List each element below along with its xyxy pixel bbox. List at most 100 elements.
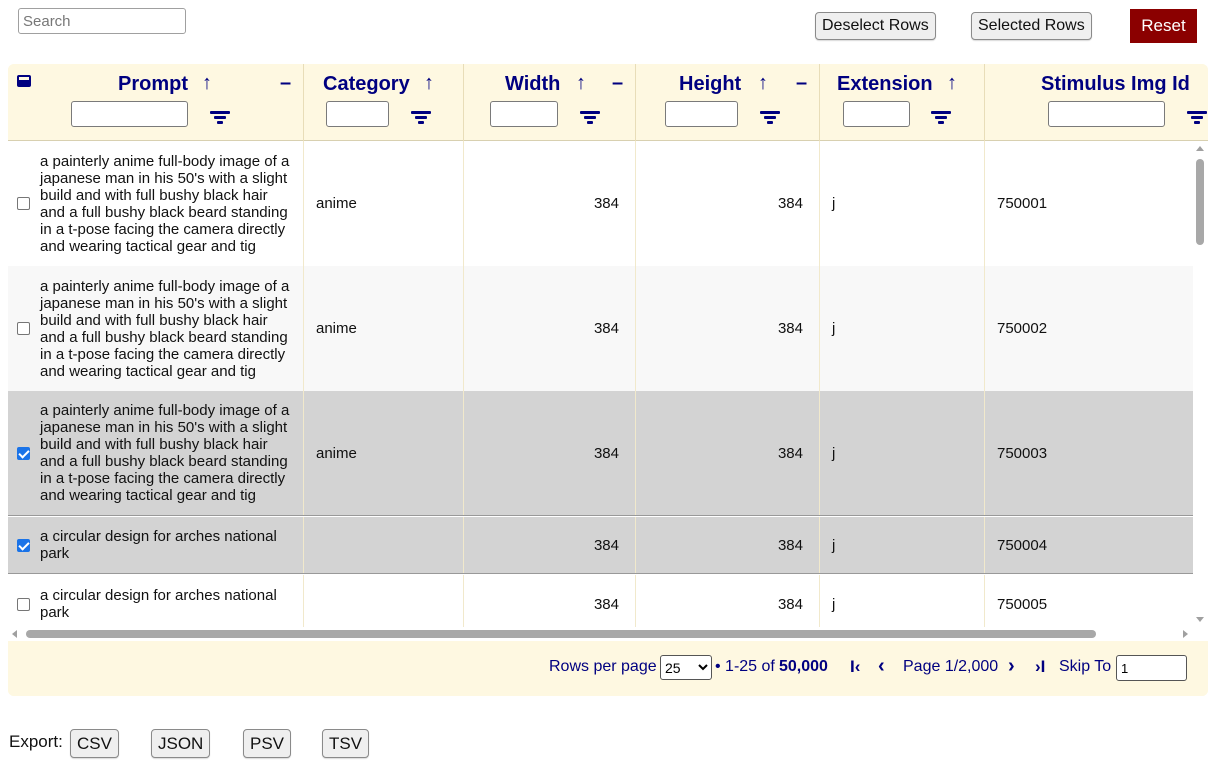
stimulus-img-id-cell: 750004 bbox=[997, 536, 1048, 554]
table-row[interactable]: a painterly anime full-body image of a j… bbox=[8, 266, 1193, 391]
first-page-icon[interactable]: I‹ bbox=[850, 657, 860, 677]
height-cell: 384 bbox=[636, 266, 820, 391]
category-cell: anime bbox=[304, 141, 464, 266]
rows-per-page-select[interactable]: 25 bbox=[660, 655, 712, 680]
pagination-bar: Rows per page 25 • 1-25 of 50,000 I‹ ‹ P… bbox=[8, 641, 1208, 696]
category-cell: anime bbox=[304, 266, 464, 391]
filter-icon[interactable] bbox=[411, 111, 431, 125]
column-header-prompt: Prompt ↑ – bbox=[8, 64, 304, 141]
category-cell bbox=[304, 517, 464, 573]
category-filter-input[interactable] bbox=[326, 101, 389, 127]
row-checkbox[interactable] bbox=[17, 538, 30, 552]
column-header-category: Category ↑ bbox=[304, 64, 464, 141]
vertical-scrollbar[interactable] bbox=[1193, 141, 1208, 627]
row-checkbox[interactable] bbox=[17, 597, 30, 611]
row-checkbox[interactable] bbox=[17, 197, 30, 210]
scroll-up-icon[interactable] bbox=[1196, 146, 1204, 151]
reset-button[interactable]: Reset bbox=[1130, 9, 1197, 43]
filter-icon[interactable] bbox=[931, 111, 951, 125]
extension-cell: j bbox=[820, 517, 985, 573]
sort-arrow-up-icon[interactable]: ↑ bbox=[424, 72, 434, 95]
prompt-text: a painterly anime full-body image of a j… bbox=[40, 277, 290, 380]
extension-filter-input[interactable] bbox=[843, 101, 910, 127]
prompt-cell: a painterly anime full-body image of a j… bbox=[8, 266, 304, 391]
horizontal-scroll-thumb[interactable] bbox=[26, 630, 1096, 638]
prompt-text: a painterly anime full-body image of a j… bbox=[40, 402, 290, 504]
prompt-filter-input[interactable] bbox=[71, 101, 188, 127]
row-checkbox[interactable] bbox=[17, 322, 30, 335]
width-cell: 384 bbox=[464, 391, 636, 515]
filter-icon[interactable] bbox=[210, 111, 230, 125]
prompt-text: a circular design for arches national pa… bbox=[40, 587, 277, 621]
selected-rows-button[interactable]: Selected Rows bbox=[971, 12, 1092, 40]
stimulus-img-id-filter-input[interactable] bbox=[1048, 101, 1165, 127]
prompt-cell: a circular design for arches national pa… bbox=[8, 517, 304, 573]
table-row[interactable]: a painterly anime full-body image of a j… bbox=[8, 391, 1193, 516]
column-title-prompt[interactable]: Prompt bbox=[118, 73, 188, 96]
next-page-icon[interactable]: › bbox=[1008, 655, 1015, 678]
height-filter-input[interactable] bbox=[665, 101, 738, 127]
scroll-left-icon[interactable] bbox=[12, 630, 17, 638]
extension-cell: j bbox=[820, 266, 985, 391]
select-all-icon[interactable] bbox=[17, 75, 31, 87]
width-cell: 384 bbox=[464, 575, 636, 627]
height-cell: 384 bbox=[636, 391, 820, 515]
export-psv-button[interactable]: PSV bbox=[243, 729, 292, 758]
stimulus-img-id-cell: 750001 bbox=[997, 195, 1048, 212]
previous-page-icon[interactable]: ‹ bbox=[878, 655, 885, 678]
collapse-column-icon[interactable]: – bbox=[612, 72, 623, 95]
column-title-category[interactable]: Category bbox=[323, 73, 410, 96]
prompt-cell: a circular design for arches national pa… bbox=[8, 575, 304, 627]
table-header: Prompt ↑ – Category ↑ Width ↑ – Height ↑… bbox=[8, 64, 1208, 141]
table-row[interactable]: a circular design for arches national pa… bbox=[8, 517, 1193, 574]
extension-cell: j bbox=[820, 391, 985, 515]
width-filter-input[interactable] bbox=[490, 101, 558, 127]
extension-cell: j bbox=[820, 141, 985, 266]
width-cell: 384 bbox=[464, 517, 636, 573]
sort-arrow-up-icon[interactable]: ↑ bbox=[202, 72, 212, 95]
column-title-height[interactable]: Height bbox=[679, 73, 741, 96]
height-cell: 384 bbox=[636, 517, 820, 573]
stimulus-img-id-cell: 750003 bbox=[997, 444, 1048, 462]
filter-icon[interactable] bbox=[580, 111, 600, 125]
skip-to-input[interactable] bbox=[1116, 655, 1187, 681]
horizontal-scrollbar[interactable] bbox=[8, 627, 1208, 641]
export-tsv-button[interactable]: TSV bbox=[322, 729, 370, 758]
column-title-extension[interactable]: Extension bbox=[837, 73, 933, 96]
filter-icon[interactable] bbox=[1187, 111, 1207, 125]
stimulus-img-id-cell: 750005 bbox=[997, 595, 1048, 613]
collapse-column-icon[interactable]: – bbox=[280, 72, 291, 95]
stimulus-img-id-cell: 750002 bbox=[997, 320, 1048, 337]
last-page-icon[interactable]: ›I bbox=[1035, 657, 1045, 677]
scroll-right-icon[interactable] bbox=[1183, 630, 1188, 638]
extension-cell: j bbox=[820, 575, 985, 627]
prompt-text: a painterly anime full-body image of a j… bbox=[40, 152, 290, 255]
column-header-stimulus-img-id: Stimulus Img Id bbox=[985, 64, 1208, 141]
table-row[interactable]: a circular design for arches national pa… bbox=[8, 575, 1193, 627]
filter-icon[interactable] bbox=[760, 111, 780, 125]
column-header-width: Width ↑ – bbox=[464, 64, 636, 141]
collapse-column-icon[interactable]: – bbox=[796, 72, 807, 95]
search-input[interactable] bbox=[18, 8, 186, 34]
sort-arrow-up-icon[interactable]: ↑ bbox=[947, 72, 957, 95]
category-cell bbox=[304, 575, 464, 627]
export-json-button[interactable]: JSON bbox=[151, 729, 211, 758]
table-row[interactable]: a painterly anime full-body image of a j… bbox=[8, 141, 1193, 266]
scroll-down-icon[interactable] bbox=[1196, 617, 1204, 622]
deselect-rows-button[interactable]: Deselect Rows bbox=[815, 12, 936, 40]
range-text: • 1-25 of bbox=[715, 658, 775, 675]
sort-arrow-up-icon[interactable]: ↑ bbox=[758, 72, 768, 95]
prompt-text: a circular design for arches national pa… bbox=[40, 528, 277, 562]
column-title-width[interactable]: Width bbox=[505, 73, 560, 96]
sort-arrow-up-icon[interactable]: ↑ bbox=[576, 72, 586, 95]
prompt-cell: a painterly anime full-body image of a j… bbox=[8, 141, 304, 266]
width-cell: 384 bbox=[464, 141, 636, 266]
column-header-height: Height ↑ – bbox=[636, 64, 820, 141]
vertical-scroll-thumb[interactable] bbox=[1196, 159, 1204, 245]
export-csv-button[interactable]: CSV bbox=[70, 729, 119, 758]
width-cell: 384 bbox=[464, 266, 636, 391]
column-header-extension: Extension ↑ bbox=[820, 64, 985, 141]
column-title-stimulus-img-id[interactable]: Stimulus Img Id bbox=[1041, 73, 1190, 96]
table-body: a painterly anime full-body image of a j… bbox=[8, 141, 1193, 627]
row-checkbox[interactable] bbox=[17, 446, 30, 460]
